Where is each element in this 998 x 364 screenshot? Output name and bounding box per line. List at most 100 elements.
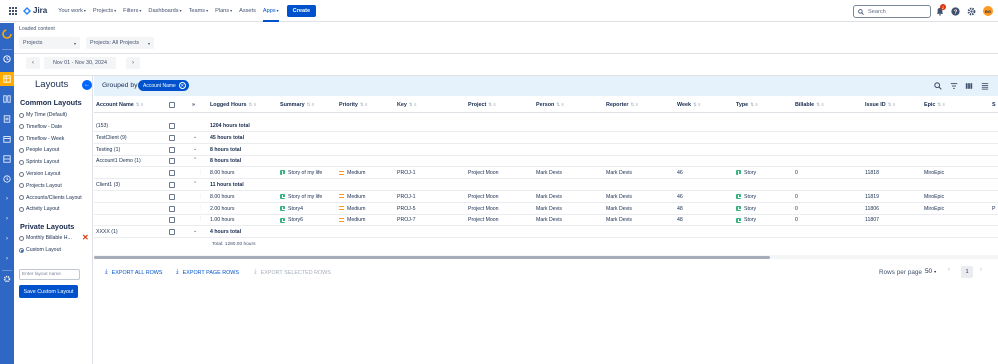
app-switcher-icon[interactable]	[9, 6, 17, 15]
summary-cell[interactable]: Story of my life	[280, 194, 322, 200]
layout-option[interactable]: Projects Layout	[19, 183, 62, 189]
select-all-checkbox[interactable]	[169, 102, 175, 108]
row-checkbox[interactable]	[169, 170, 175, 177]
col-type[interactable]: Type ⇅ ≡	[736, 102, 758, 108]
drag-handle-icon[interactable]: ⋮	[198, 193, 203, 199]
group-row[interactable]: TestClient (9) ⌄ 45 hours total	[94, 132, 998, 144]
calendar-icon[interactable]	[0, 132, 14, 146]
projects-dropdown[interactable]: Projects ▾	[19, 37, 80, 49]
table-row[interactable]: ⋮ 8.00 hours Story of my life Medium PROJ-1 P…	[94, 167, 998, 180]
date-range-label[interactable]: Nov 01 - Nov 30, 2024	[44, 57, 116, 69]
key-cell[interactable]: PROJ-1	[397, 170, 415, 176]
summary-cell[interactable]: Story of my life	[280, 170, 322, 176]
col-logged-hours[interactable]: Logged Hours ⇅ ≡	[210, 102, 256, 108]
table-row[interactable]: ⋮ 2.00 hours Story4 Medium PROJ-5 Project Moo…	[94, 203, 998, 215]
export-selected-rows-button[interactable]: ⤓ EXPORT SELECTED ROWS	[254, 269, 331, 276]
radio-icon[interactable]	[19, 247, 24, 253]
rail-settings-gear-icon[interactable]	[0, 272, 14, 286]
remove-group-icon[interactable]: ✕	[178, 82, 186, 89]
user-avatar[interactable]: BG	[983, 6, 993, 16]
nav-item-apps[interactable]: Apps ▾	[262, 0, 279, 22]
nav-item-assets[interactable]: Assets	[239, 8, 256, 14]
table-row[interactable]: ⋮ 1.00 hours Story6 Medium PROJ-7 Project Moo…	[94, 214, 998, 227]
col-s[interactable]: S	[992, 102, 996, 108]
next-period-button[interactable]: ›	[126, 57, 140, 69]
drag-handle-icon[interactable]: ⋮	[198, 205, 203, 211]
row-checkbox[interactable]	[169, 205, 175, 212]
radio-icon[interactable]	[19, 171, 24, 177]
drag-handle-icon[interactable]: ⋮	[198, 169, 203, 175]
col-key[interactable]: Key ⇅ ≡	[397, 102, 416, 108]
layout-option[interactable]: People Layout	[19, 147, 59, 153]
clock-icon[interactable]	[0, 52, 14, 66]
expand-toggle-icon[interactable]: ⌄	[193, 146, 197, 152]
help-icon[interactable]: ?	[950, 6, 960, 16]
expand-chevron-icon[interactable]: ›	[0, 212, 14, 226]
export-page-rows-button[interactable]: ⤓ EXPORT PAGE ROWS	[176, 269, 239, 276]
col-person[interactable]: Person ⇅ ≡	[536, 102, 564, 108]
report-icon[interactable]	[0, 112, 14, 126]
radio-icon[interactable]	[19, 183, 24, 189]
summary-cell[interactable]: Story6	[280, 217, 303, 223]
col-priority[interactable]: Priority ⇅ ≡	[339, 102, 367, 108]
columns-view-icon[interactable]	[964, 81, 973, 90]
expand-toggle-icon[interactable]: ⌃	[193, 181, 197, 187]
radio-icon[interactable]	[19, 206, 24, 212]
row-checkbox[interactable]	[169, 193, 175, 200]
search-input[interactable]: Search	[853, 5, 931, 18]
col-project[interactable]: Project ⇅ ≡	[468, 102, 496, 108]
expand-toggle-icon[interactable]: ⌄	[193, 134, 197, 140]
nav-item-filters[interactable]: Filters ▾	[123, 8, 141, 14]
expand-chevron-icon[interactable]: ›	[0, 192, 14, 206]
horizontal-scrollbar[interactable]	[94, 255, 998, 259]
nav-item-dashboards[interactable]: Dashboards ▾	[148, 8, 181, 14]
collapse-panel-button[interactable]: ←	[82, 80, 92, 90]
group-chip[interactable]: Account Name ✕	[138, 80, 189, 91]
private-layout-option[interactable]: Custom Layout	[19, 247, 61, 253]
export-all-rows-button[interactable]: ⤓ EXPORT ALL ROWS	[105, 269, 163, 276]
filter-icon[interactable]	[949, 81, 958, 90]
radio-icon[interactable]	[19, 235, 24, 241]
expand-chevron-icon[interactable]: ›	[0, 252, 14, 266]
nav-item-plans[interactable]: Plans ▾	[215, 8, 232, 14]
table-row[interactable]: ⋮ 8.00 hours Story of my life Medium PROJ-1 P…	[94, 191, 998, 203]
col-week[interactable]: Week ⇅ ≡	[677, 102, 700, 108]
expand-chevron-icon[interactable]: ›	[0, 232, 14, 246]
history-icon[interactable]	[0, 172, 14, 186]
settings-gear-icon[interactable]	[966, 6, 976, 16]
create-button[interactable]: Create	[286, 4, 317, 17]
scrollbar-thumb[interactable]	[94, 256, 770, 259]
layout-option[interactable]: Version Layout	[19, 171, 60, 177]
layout-name-input[interactable]: Enter layout name	[19, 269, 80, 280]
row-checkbox[interactable]	[169, 217, 175, 224]
radio-icon[interactable]	[19, 159, 24, 165]
table-view-icon[interactable]	[0, 72, 14, 86]
layout-option[interactable]: Timeflow - Week	[19, 136, 64, 142]
row-checkbox[interactable]	[169, 123, 175, 129]
columns-icon[interactable]	[0, 92, 14, 106]
col-account-name[interactable]: Account Name ⇅ ≡	[96, 102, 143, 108]
previous-page-button[interactable]: ‹	[948, 267, 950, 273]
drag-handle-icon[interactable]: ⋮	[198, 216, 203, 222]
save-custom-layout-button[interactable]: Save Custom Layout	[19, 285, 78, 298]
row-checkbox[interactable]	[169, 229, 175, 236]
density-icon[interactable]	[980, 81, 989, 90]
expand-toggle-icon[interactable]: ⌃	[193, 157, 197, 163]
next-page-button[interactable]: ›	[980, 267, 982, 273]
private-layout-option[interactable]: Monthly Billable H...	[19, 235, 72, 241]
search-icon[interactable]	[933, 81, 942, 90]
group-row[interactable]: XXXX (1) ⌄ 4 hours total	[94, 226, 998, 239]
radio-icon[interactable]	[19, 147, 24, 153]
timesheet-logo-icon[interactable]	[0, 27, 14, 41]
key-cell[interactable]: PROJ-5	[397, 206, 415, 212]
col-issue-id[interactable]: Issue ID ⇅ ≡	[865, 102, 895, 108]
summary-cell[interactable]: Story4	[280, 206, 303, 212]
delete-layout-icon[interactable]: ✕	[82, 233, 89, 242]
key-cell[interactable]: PROJ-7	[397, 217, 415, 223]
radio-icon[interactable]	[19, 112, 24, 118]
projects-filter-dropdown[interactable]: Projects: All Projects ▾	[86, 37, 154, 49]
jira-logo[interactable]: Jira	[23, 6, 47, 15]
col-billable[interactable]: Billable ⇅ ≡	[795, 102, 824, 108]
layout-option[interactable]: My Time (Default)	[19, 112, 67, 118]
row-checkbox[interactable]	[169, 134, 175, 141]
